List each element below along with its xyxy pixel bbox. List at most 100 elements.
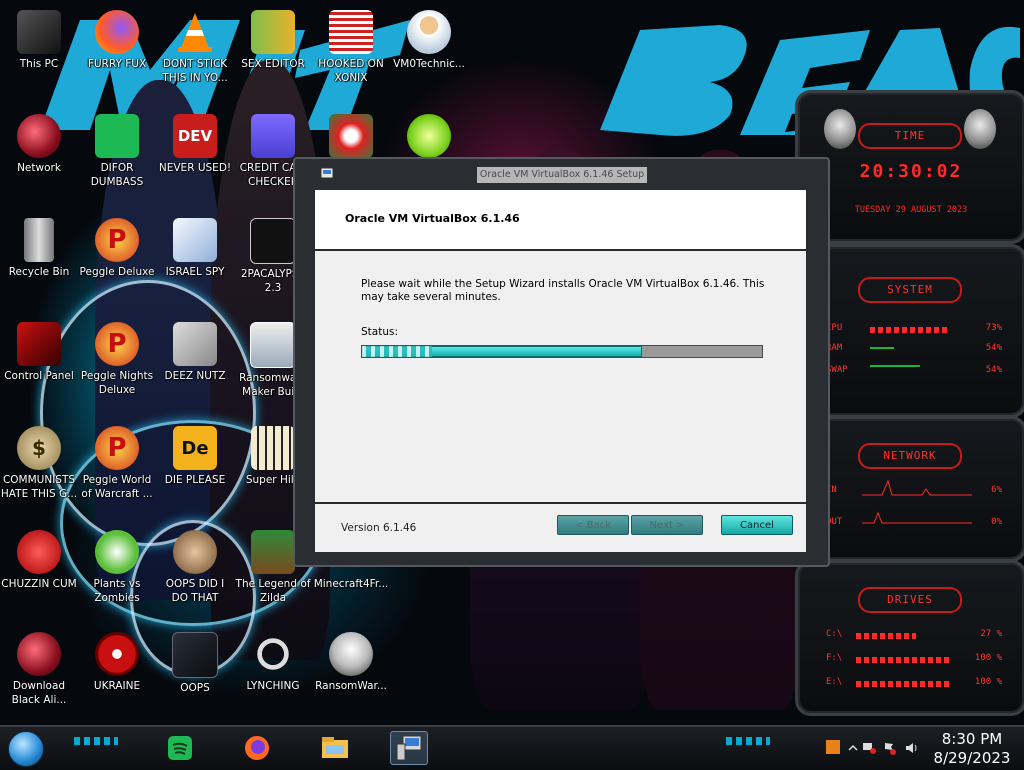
firefox-icon <box>245 736 269 760</box>
computer-icon <box>17 10 61 54</box>
desktop-icon-vm0technic[interactable]: VM0Technic... <box>390 4 468 104</box>
network-out-graph <box>862 511 972 524</box>
icon-label: DEEZ NUTZ <box>164 370 226 382</box>
tray-flag-icon[interactable] <box>882 740 896 755</box>
desktop-icon-ransomwar[interactable]: RansomWar... <box>312 626 390 726</box>
next-button[interactable]: Next > <box>631 515 703 535</box>
cube-icon <box>172 632 218 678</box>
icon-label: Peggle Nights Deluxe <box>80 370 154 396</box>
icon-label: Peggle World of Warcraft ... <box>81 474 153 500</box>
icon-label: Peggle Deluxe <box>79 266 155 278</box>
desktop-icon-recycle-bin[interactable]: Recycle Bin <box>0 212 78 312</box>
taskbar-installer[interactable] <box>390 731 428 765</box>
widget-date: TUESDAY 29 AUGUST 2023 <box>854 205 968 215</box>
vlc-cone-icon <box>173 10 217 54</box>
desktop-icon-never-used[interactable]: DEV NEVER USED! <box>156 108 234 208</box>
network-row-out: OUT 0% <box>826 511 1002 531</box>
widget-drives[interactable]: DRIVES C:\ 27 % F:\ 100 % E:\ 100 % <box>795 560 1024 716</box>
taskbar-decoration <box>74 737 118 745</box>
dev-icon: DEV <box>173 114 217 158</box>
network-globe-icon <box>17 114 61 158</box>
row-label: E:\ <box>826 677 843 687</box>
folder-icon <box>322 737 348 758</box>
desktop-icon-network[interactable]: Network <box>0 108 78 208</box>
install-progress-bar <box>361 345 763 358</box>
chevron-up-icon <box>848 744 858 751</box>
tray-volume-icon[interactable] <box>904 740 918 754</box>
widget-title: DRIVES <box>858 587 962 613</box>
desktop-icon-peggle-deluxe[interactable]: P Peggle Deluxe <box>78 212 156 312</box>
taskbar-spotify[interactable] <box>160 731 198 765</box>
start-button[interactable] <box>8 731 44 767</box>
rope-noose-icon <box>251 632 295 676</box>
icon-label: VM0Technic... <box>393 58 465 70</box>
back-button[interactable]: < Back <box>557 515 629 535</box>
usage-bar <box>856 681 952 687</box>
cone-shape <box>178 13 212 52</box>
money-bag-icon: $ <box>17 426 61 470</box>
control-panel-icon <box>17 322 61 366</box>
icon-label: RansomWar... <box>315 680 387 692</box>
clock-time: 8:30 PM <box>941 730 1003 748</box>
desktop-icon-control-panel[interactable]: Control Panel <box>0 316 78 416</box>
icon-label: OOPS DID I DO THAT <box>165 578 225 604</box>
taskbar-firefox[interactable] <box>238 731 276 765</box>
dialog-separator <box>315 502 806 504</box>
desktop-icon-peggle-nights[interactable]: P Peggle Nights Deluxe <box>78 316 156 416</box>
taskbar-clock[interactable]: 8:30 PM 8/29/2023 <box>926 729 1018 768</box>
desktop-icon-plants-vs-zombies[interactable]: Plants vs Zombies <box>78 524 156 624</box>
peggle-wow-icon: P <box>95 426 139 470</box>
desktop-icon-oops[interactable]: OOPS <box>156 626 234 726</box>
alien-head-icon <box>824 109 856 149</box>
row-label: C:\ <box>826 629 843 639</box>
pixel-art-icon <box>251 426 295 470</box>
desktop-icon-download-black-ali[interactable]: Download Black Ali... <box>0 626 78 726</box>
desktop-icon-communists[interactable]: $ COMMUNISTS HATE THIS G... <box>0 420 78 520</box>
desktop-icon-this-pc[interactable]: This PC <box>0 4 78 104</box>
dialog-header: Oracle VM VirtualBox 6.1.46 <box>315 190 806 251</box>
icon-label: Control Panel <box>4 370 74 382</box>
alien-globe-icon <box>17 632 61 676</box>
icon-label: DIFOR DUMBASS <box>90 162 144 188</box>
desktop-icon-oops-did-i[interactable]: OOPS DID I DO THAT <box>156 524 234 624</box>
usage-bar <box>856 657 952 663</box>
desktop-icon-ukraine[interactable]: UKRAINE <box>78 626 156 726</box>
icon-label: NEVER USED! <box>158 162 232 174</box>
dialog-titlebar[interactable]: Oracle VM VirtualBox 6.1.46 Setup <box>295 159 828 189</box>
desktop-icon-furry-fux[interactable]: FURRY FUX <box>78 4 156 104</box>
icon-label: This PC <box>19 58 59 70</box>
dialog-message: Please wait while the Setup Wizard insta… <box>361 278 765 303</box>
icon-label: ISRAEL SPY <box>165 266 225 278</box>
credit-card-icon <box>251 114 295 158</box>
desktop-icon-difor-dumbass[interactable]: DIFOR DUMBASS <box>78 108 156 208</box>
desktop-icon-hooked-on-xonix[interactable]: HOOKED ON XONIX <box>312 4 390 104</box>
speaker-icon <box>906 743 917 753</box>
desktop-icon-peggle-wow[interactable]: P Peggle World of Warcraft ... <box>78 420 156 520</box>
icon-label: COMMUNISTS HATE THIS G... <box>0 474 78 500</box>
row-label: F:\ <box>826 653 843 663</box>
cancel-button[interactable]: Cancel <box>721 515 793 535</box>
plant-icon <box>95 530 139 574</box>
desktop-icon-sex-editor[interactable]: SEX EDITOR <box>234 4 312 104</box>
desktop-icon-deez-nutz[interactable]: DEEZ NUTZ <box>156 316 234 416</box>
icon-label: Download Black Ali... <box>11 680 67 706</box>
skull-icon <box>329 632 373 676</box>
desktop-icon-die-please[interactable]: De DIE PLEASE <box>156 420 234 520</box>
desktop-icon-lynching[interactable]: LYNCHING <box>234 626 312 726</box>
desktop-icon-chuzzin[interactable]: CHUZZIN CUM <box>0 524 78 624</box>
tray-chevron-icon[interactable] <box>846 740 860 754</box>
widget-title: NETWORK <box>858 443 962 469</box>
icon-label: Plants vs Zombies <box>93 578 141 604</box>
icon-label: OOPS <box>180 682 210 694</box>
desktop-icon-israel-spy[interactable]: ISRAEL SPY <box>156 212 234 312</box>
tray-app-icon[interactable] <box>826 740 840 754</box>
setup-dialog[interactable]: Oracle VM VirtualBox 6.1.46 Setup Oracle… <box>293 157 830 567</box>
taskbar-file-explorer[interactable] <box>316 731 354 765</box>
usage-bar <box>870 347 894 349</box>
doctor-icon <box>407 10 451 54</box>
tray-network-icon[interactable] <box>862 740 876 754</box>
system-row-ram: RAM 54% <box>826 343 1002 357</box>
dialog-heading: Oracle VM VirtualBox 6.1.46 <box>345 212 520 225</box>
drive-row-e: E:\ 100 % <box>826 677 1002 691</box>
desktop-icon-dont-stick[interactable]: DONT STICK THIS IN YO... <box>156 4 234 104</box>
